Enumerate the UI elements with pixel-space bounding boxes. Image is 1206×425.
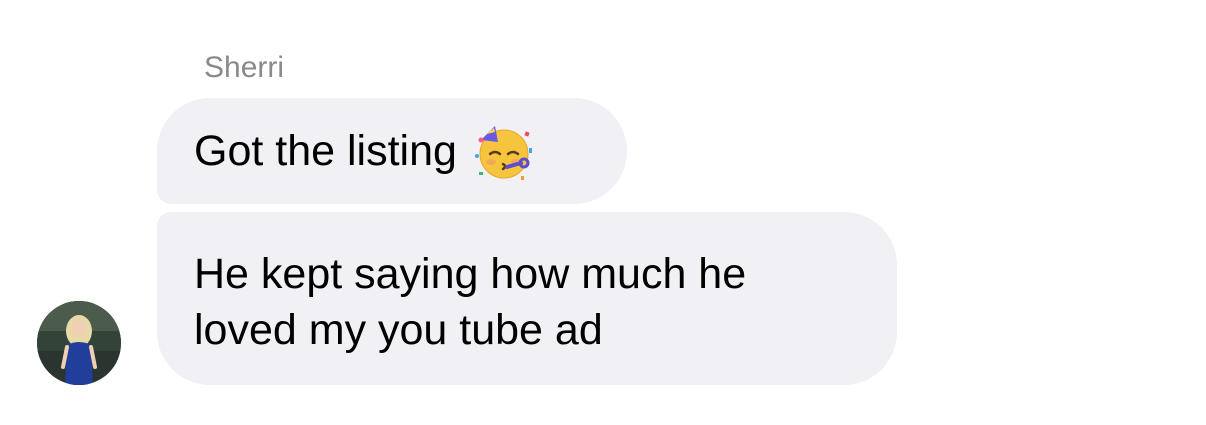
avatar-photo <box>37 301 121 385</box>
sender-name: Sherri <box>204 51 285 84</box>
message-text: He kept saying how much he loved my you … <box>194 250 747 354</box>
message-text: Got the listing <box>194 127 457 175</box>
message-bubble[interactable]: He kept saying how much he loved my you … <box>157 212 897 385</box>
message-bubble[interactable]: Got the listing <box>157 98 627 204</box>
avatar[interactable] <box>37 301 121 385</box>
partying-face-icon <box>473 118 539 184</box>
